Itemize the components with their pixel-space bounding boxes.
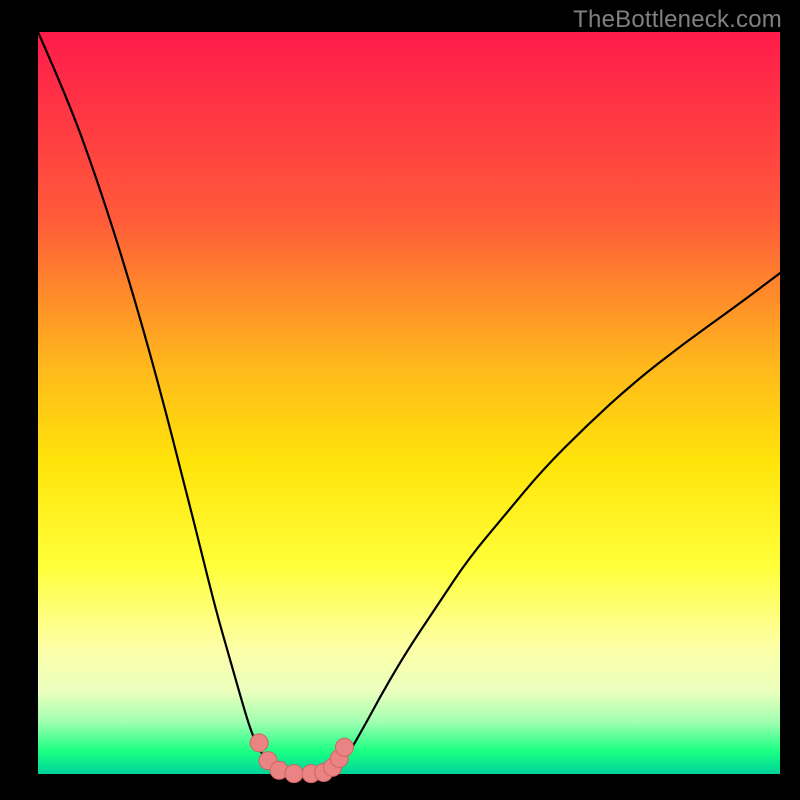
curve-markers [250, 734, 353, 783]
plot-area [38, 32, 780, 774]
curve-marker [335, 738, 353, 756]
curve-marker [285, 765, 303, 783]
chart-frame: TheBottleneck.com [0, 0, 800, 800]
watermark-text: TheBottleneck.com [573, 6, 782, 34]
curve-marker [250, 734, 268, 752]
curve-layer [38, 32, 780, 774]
bottleneck-curve [38, 32, 780, 774]
